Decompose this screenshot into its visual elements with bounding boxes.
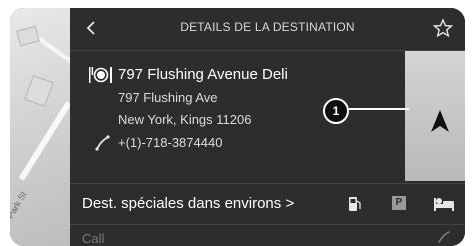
star-outline-icon (432, 18, 454, 38)
restaurant-icon (88, 65, 114, 85)
header-bar: DETAILS DE LA DESTINATION (70, 8, 465, 51)
callout-line (349, 108, 409, 110)
navigation-arrow-icon (431, 110, 449, 132)
address-line-2: New York, Kings 11206 (118, 112, 252, 127)
start-navigation-button[interactable] (405, 51, 465, 181)
map-building (16, 25, 40, 47)
head-unit-screen: Park St DETAILS DE LA DESTINATION 797 Fl… (10, 8, 465, 246)
nearby-pois-label: Dest. spéciales dans environs > (82, 195, 295, 212)
map-view[interactable]: Park St (10, 8, 70, 246)
destination-details-panel: DETAILS DE LA DESTINATION 797 Flushing A… (70, 8, 465, 246)
call-row[interactable]: Call (70, 224, 465, 246)
map-street-label: Park St (10, 189, 29, 221)
favorite-button[interactable] (432, 18, 454, 38)
destination-info[interactable]: 797 Flushing Avenue Deli 797 Flushing Av… (70, 51, 405, 181)
map-road (18, 101, 70, 181)
hotel-bed-icon[interactable] (433, 195, 455, 213)
phone-icon (94, 135, 110, 151)
fuel-station-icon[interactable] (348, 196, 362, 212)
map-building (24, 75, 54, 107)
phone-number[interactable]: +(1)-718-3874440 (118, 135, 222, 150)
address-line-1: 797 Flushing Ave (118, 90, 218, 105)
callout-marker: 1 (323, 98, 349, 124)
phone-icon (437, 230, 451, 244)
parking-icon[interactable]: P (392, 196, 406, 210)
page-title: DETAILS DE LA DESTINATION (180, 20, 355, 34)
nearby-pois-row[interactable]: Dest. spéciales dans environs > P (70, 183, 465, 224)
destination-name: 797 Flushing Avenue Deli (118, 66, 288, 83)
call-label: Call (82, 231, 105, 246)
